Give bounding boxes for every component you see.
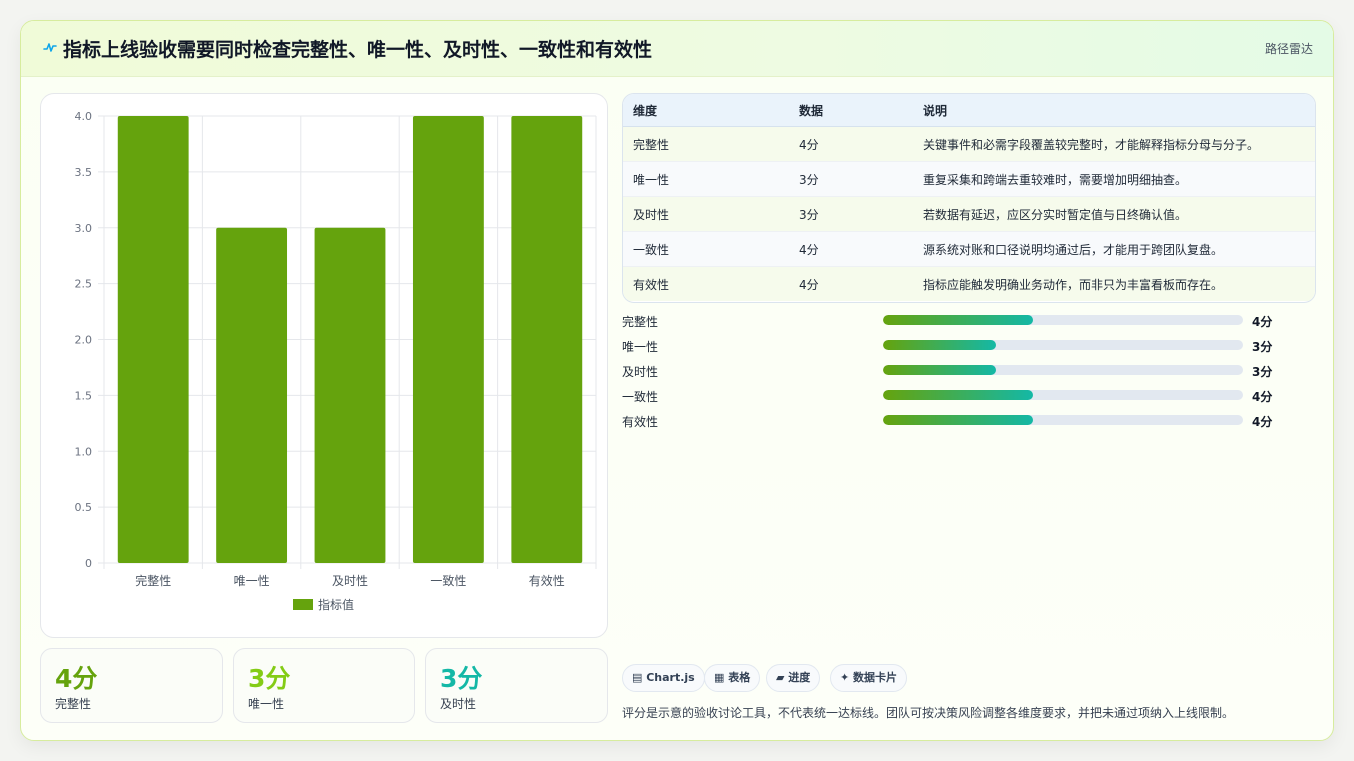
kpi-value: 3分 <box>440 664 483 693</box>
chip-progress[interactable]: ▰ 进度 <box>766 664 821 692</box>
page-title: 指标上线验收需要同时检查完整性、唯一性、及时性、一致性和有效性 <box>63 39 653 61</box>
chip-data-card[interactable]: ✦ 数据卡片 <box>830 664 908 692</box>
cell-data: 4分 <box>789 266 913 301</box>
y-tick-label: 2.0 <box>75 334 93 347</box>
progress-fill <box>883 365 996 375</box>
kpi-value: 4分 <box>55 664 98 693</box>
table-row: 完整性 4分 关键事件和必需字段覆盖较完整时，才能解释指标分母与分子。 <box>623 126 1315 162</box>
progress-score: 4分 <box>1252 415 1273 429</box>
progress-row: 及时性 3分 <box>622 361 1282 381</box>
kpi-label: 唯一性 <box>248 697 285 711</box>
progress-track <box>883 315 1243 325</box>
table-row: 唯一性 3分 重复采集和跨端去重较难时，需要增加明细抽查。 <box>623 161 1315 197</box>
bar <box>412 116 484 563</box>
column-header: 说明 <box>913 94 1315 127</box>
progress-fill <box>883 390 1033 400</box>
progress-score: 4分 <box>1252 315 1273 329</box>
table-row: 及时性 3分 若数据有延迟，应区分实时暂定值与日终确认值。 <box>623 196 1315 232</box>
progress-row: 一致性 4分 <box>622 386 1282 406</box>
y-tick-label: 2.5 <box>75 278 93 291</box>
cell-dimension: 有效性 <box>623 266 789 301</box>
progress-label: 有效性 <box>622 415 659 429</box>
chip-chartjs[interactable]: ▤ Chart.js <box>622 664 705 692</box>
x-tick-label: 及时性 <box>332 574 368 588</box>
y-tick-label: 3.5 <box>75 166 93 179</box>
progress-score: 4分 <box>1252 390 1273 404</box>
kpi-label: 及时性 <box>440 697 477 711</box>
cell-data: 4分 <box>789 231 913 267</box>
bar <box>216 227 288 563</box>
dimension-table: 维度 数据 说明 完整性 4分 关键事件和必需字段覆盖较完整时，才能解释指标分母… <box>622 93 1316 303</box>
y-tick-label: 1.0 <box>75 445 93 458</box>
main-card: 指标上线验收需要同时检查完整性、唯一性、及时性、一致性和有效性 路径雷达 0 0.… <box>20 20 1334 741</box>
cell-dimension: 完整性 <box>623 126 789 162</box>
progress-fill <box>883 415 1033 425</box>
bar <box>314 227 386 563</box>
kpi-card-timeliness: 3分 及时性 <box>425 648 608 723</box>
y-tick-label: 0 <box>85 557 92 570</box>
footnote: 评分是示意的验收讨论工具，不代表统一达标线。团队可按决策风险调整各维度要求，并把… <box>622 706 1235 720</box>
header-tag: 路径雷达 <box>1264 42 1313 56</box>
legend-swatch <box>293 599 313 610</box>
x-tick-label: 唯一性 <box>234 574 270 588</box>
x-tick-label: 完整性 <box>135 573 171 588</box>
header: 指标上线验收需要同时检查完整性、唯一性、及时性、一致性和有效性 路径雷达 <box>21 21 1333 77</box>
table-row: 一致性 4分 源系统对账和口径说明均通过后，才能用于跨团队复盘。 <box>623 231 1315 267</box>
cell-description: 重复采集和跨端去重较难时，需要增加明细抽查。 <box>913 161 1315 197</box>
cell-description: 关键事件和必需字段覆盖较完整时，才能解释指标分母与分子。 <box>913 126 1315 162</box>
legend-label: 指标值 <box>318 597 354 612</box>
x-tick-label: 有效性 <box>529 573 565 588</box>
progress-track <box>883 340 1243 350</box>
column-header: 数据 <box>789 94 913 127</box>
y-tick-label: 4.0 <box>75 110 93 123</box>
cell-description: 源系统对账和口径说明均通过后，才能用于跨团队复盘。 <box>913 231 1315 267</box>
kpi-card-completeness: 4分 完整性 <box>40 648 223 723</box>
kpi-value: 3分 <box>248 664 291 693</box>
cell-data: 4分 <box>789 126 913 162</box>
cell-data: 3分 <box>789 161 913 197</box>
progress-label: 一致性 <box>622 390 659 404</box>
cell-description: 指标应能触发明确业务动作，而非只为丰富看板而存在。 <box>913 266 1315 301</box>
y-tick-label: 3.0 <box>75 222 93 235</box>
progress-score: 3分 <box>1252 365 1273 379</box>
x-tick-label: 一致性 <box>430 574 466 588</box>
progress-score: 3分 <box>1252 340 1273 354</box>
cell-dimension: 唯一性 <box>623 161 789 197</box>
progress-fill <box>883 315 1033 325</box>
kpi-label: 完整性 <box>55 697 92 711</box>
progress-track <box>883 390 1243 400</box>
cell-dimension: 及时性 <box>623 196 789 232</box>
bar-chart-svg: 0 0.5 1.0 1.5 2.0 2.5 3.0 3.5 4.0 完整性 唯一性 及时性 一致性 有效性… <box>75 110 597 612</box>
progress-row: 唯一性 3分 <box>622 336 1282 356</box>
chip-table[interactable]: ▦ 表格 <box>704 664 761 692</box>
kpi-card-uniqueness: 3分 唯一性 <box>233 648 415 723</box>
cell-dimension: 一致性 <box>623 231 789 267</box>
table-header-row: 维度 数据 说明 <box>623 94 1315 127</box>
progress-track <box>883 415 1243 425</box>
bar <box>511 116 583 563</box>
progress-label: 及时性 <box>622 365 659 379</box>
pulse-icon <box>43 43 57 52</box>
cell-data: 3分 <box>789 196 913 232</box>
y-tick-label: 0.5 <box>75 501 93 514</box>
cell-description: 若数据有延迟，应区分实时暂定值与日终确认值。 <box>913 196 1315 232</box>
progress-track <box>883 365 1243 375</box>
bar-chart: 0 0.5 1.0 1.5 2.0 2.5 3.0 3.5 4.0 完整性 唯一性 及时性 一致性 有效性… <box>40 93 608 638</box>
bar <box>117 116 189 563</box>
progress-fill <box>883 340 996 350</box>
table-row: 有效性 4分 指标应能触发明确业务动作，而非只为丰富看板而存在。 <box>623 266 1315 301</box>
progress-row: 有效性 4分 <box>622 411 1282 431</box>
column-header: 维度 <box>623 94 789 127</box>
progress-row: 完整性 4分 <box>622 311 1282 331</box>
progress-label: 完整性 <box>622 315 659 329</box>
y-tick-label: 1.5 <box>75 389 93 402</box>
progress-label: 唯一性 <box>622 340 659 354</box>
